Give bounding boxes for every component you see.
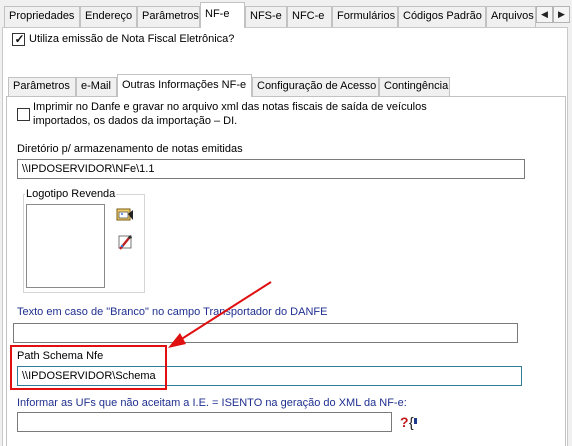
annotation-arrow <box>168 281 272 348</box>
tab-nfe[interactable]: NF-e <box>200 2 245 28</box>
inner-tab-outras-informacoes[interactable]: Outras Informações NF-e <box>117 74 252 97</box>
